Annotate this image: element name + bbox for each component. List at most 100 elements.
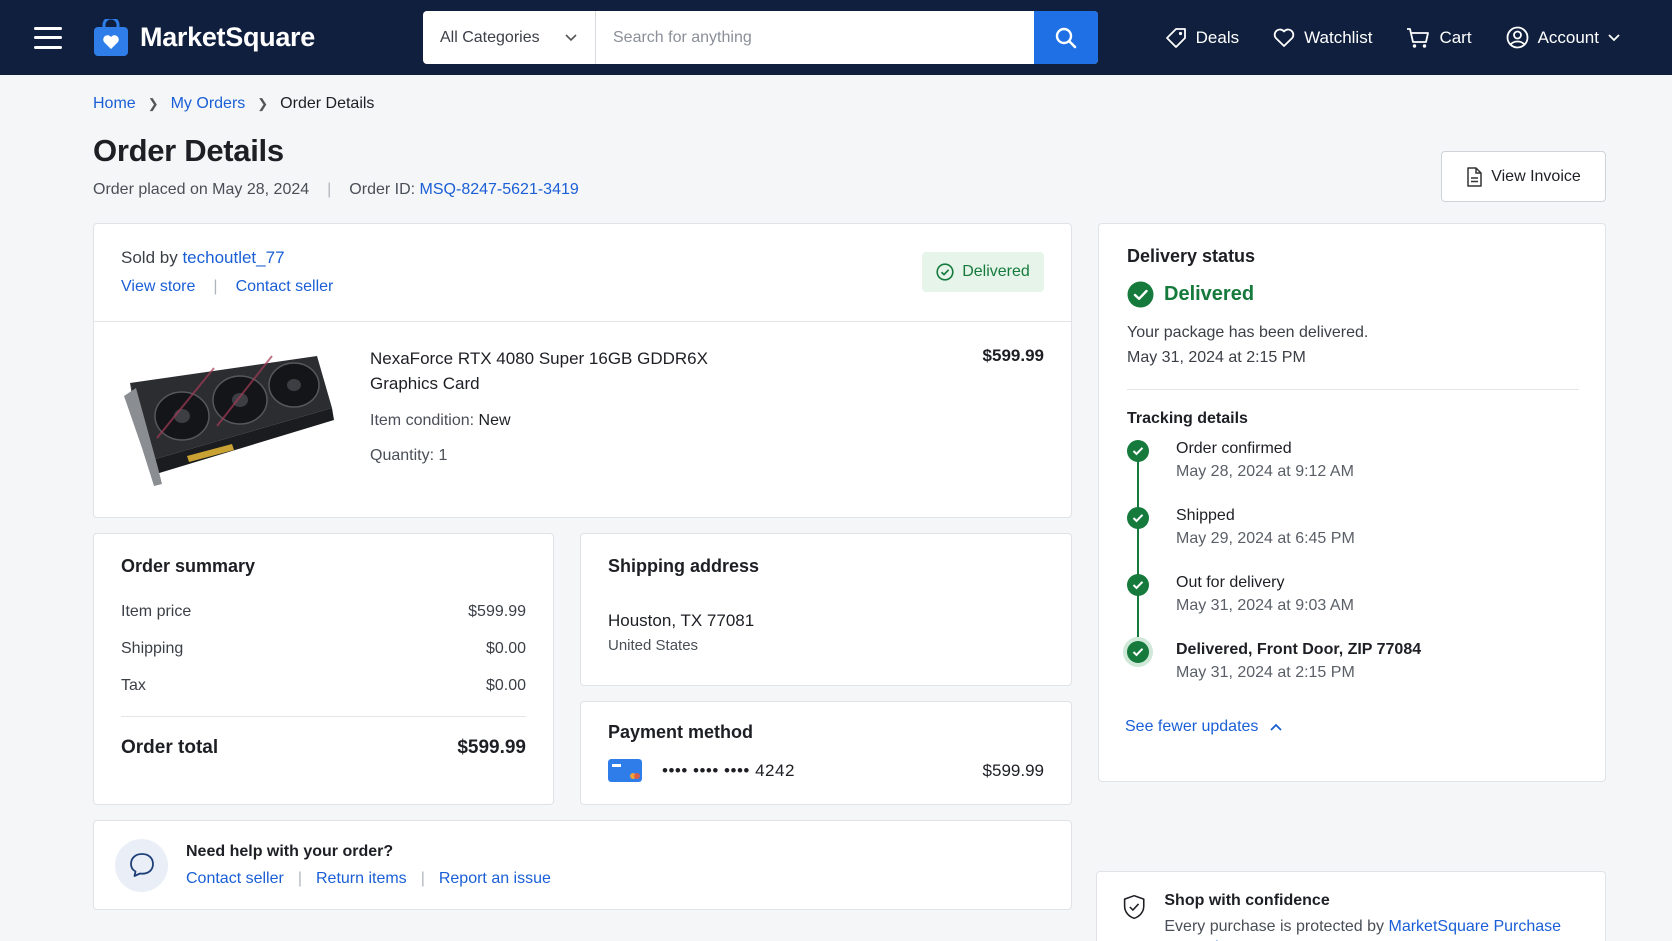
order-id-link[interactable]: MSQ-8247-5621-3419 [420,181,579,198]
chevron-up-icon [1270,723,1283,731]
order-meta: Order placed on May 28, 2024 | Order ID:… [93,181,579,199]
see-fewer-updates-link[interactable]: See fewer updates [1125,718,1577,736]
shield-check-icon [1123,894,1145,920]
timeline-event: Order confirmed May 28, 2024 at 9:12 AM [1127,440,1577,507]
summary-value: $0.00 [485,677,526,694]
timeline-event-time: May 28, 2024 at 9:12 AM [1176,463,1354,480]
nav-watchlist[interactable]: Watchlist [1273,28,1372,48]
address-line-1: Houston, TX 77081 [608,611,755,630]
order-total-label: Order total [121,737,219,758]
graphics-card-image[interactable] [122,348,337,488]
order-total-row: Order total $599.99 [121,737,526,759]
timeline-event-name: Out for delivery [1176,574,1285,591]
divider: | [420,869,425,887]
item-quantity: Quantity: 1 [370,447,448,464]
divider: | [327,181,332,198]
help-contact-seller-link[interactable]: Contact seller [186,870,284,888]
search-icon [1055,27,1077,48]
view-store-link[interactable]: View store [121,278,195,296]
sold-by-label: Sold by [121,248,178,267]
payment-method-card: Payment method •••• •••• •••• 4242 $599.… [580,701,1072,805]
seller-info: Sold by techoutlet_77 View store | Conta… [94,224,1071,322]
document-icon [1467,166,1482,187]
breadcrumb-home[interactable]: Home [93,95,136,113]
delivery-time: May 31, 2024 at 2:15 PM [1127,349,1306,366]
confidence-desc-prefix: Every purchase is protected by [1164,918,1385,935]
payment-method-title: Payment method [608,722,754,742]
summary-value: $599.99 [468,603,526,620]
tracking-title: Tracking details [1127,410,1248,427]
breadcrumb: Home ❯ My Orders ❯ Order Details [93,95,374,113]
timeline-event-name: Delivered, Front Door, ZIP 77084 [1176,641,1422,658]
nav-deals-label: Deals [1195,27,1240,47]
help-links: Contact seller | Return items | Report a… [186,870,551,888]
page-title: Order Details [93,133,284,168]
order-id-group: Order ID: MSQ-8247-5621-3419 [349,181,578,199]
breadcrumb-current: Order Details [280,95,375,112]
order-summary-card: Order summary Item price $599.99 Shippin… [93,533,554,805]
shipping-address-card: Shipping address Houston, TX 77081 Unite… [580,533,1072,686]
brand-logo[interactable]: MarketSquare [92,18,315,57]
search-input[interactable] [596,11,1034,64]
nav-deals[interactable]: Deals [1165,27,1239,49]
contact-seller-link[interactable]: Contact seller [236,278,334,296]
nav-account[interactable]: Account [1506,26,1620,49]
order-placed-date: Order placed on May 28, 2024 [93,181,310,198]
tag-icon [1165,27,1186,48]
sold-by-line: Sold by techoutlet_77 [121,248,1044,268]
timeline-event-name: Shipped [1176,507,1235,524]
see-fewer-updates-label: See fewer updates [1125,718,1259,735]
seller-name-link[interactable]: techoutlet_77 [182,248,284,267]
divider: | [297,869,302,887]
summary-row-item-price: Item price $599.99 [121,603,526,621]
confidence-description: Every purchase is protected by MarketSqu… [1164,916,1580,941]
help-card: Need help with your order? Contact selle… [93,820,1072,910]
breadcrumb-my-orders[interactable]: My Orders [171,95,246,113]
order-summary-title: Order summary [121,556,256,576]
return-items-link[interactable]: Return items [316,870,407,888]
check-circle-filled-icon [1127,281,1154,308]
nav-cart[interactable]: Cart [1406,27,1472,49]
nav-account-label: Account [1537,27,1599,47]
summary-row-shipping: Shipping $0.00 [121,640,526,658]
chevron-down-icon [565,33,577,41]
summary-value: $0.00 [485,640,526,657]
top-navigation-bar: MarketSquare All Categories Deals Watchl… [0,0,1672,75]
confidence-title: Shop with confidence [1164,892,1330,909]
brand-name: MarketSquare [140,22,315,52]
seller-links: View store | Contact seller [121,278,1044,296]
help-title: Need help with your order? [186,842,394,860]
search-bar: All Categories [423,11,1098,64]
nav-cart-label: Cart [1439,27,1472,47]
summary-label: Item price [121,603,192,620]
category-select[interactable]: All Categories [423,11,596,64]
tracking-timeline: Order confirmed May 28, 2024 at 9:12 AM … [1127,440,1577,708]
address-country: United States [608,637,699,654]
check-icon [1127,440,1149,462]
chevron-right-icon: ❯ [257,96,269,111]
check-icon [1127,641,1149,663]
order-total-value: $599.99 [457,737,526,758]
order-id-label: Order ID: [349,181,416,198]
credit-card-icon [608,759,642,782]
menu-icon[interactable] [34,26,62,49]
category-select-value: All Categories [440,28,540,46]
header-nav: Deals Watchlist Cart Account [1165,0,1620,75]
report-issue-link[interactable]: Report an issue [439,870,551,888]
item-condition-label: Item condition: [370,412,475,429]
order-item-card: Sold by techoutlet_77 View store | Conta… [93,223,1072,518]
search-button[interactable] [1034,11,1098,64]
product-name[interactable]: NexaForce RTX 4080 Super 16GB GDDR6X Gra… [370,346,750,396]
timeline-event-time: May 31, 2024 at 9:03 AM [1176,597,1354,614]
view-invoice-button[interactable]: View Invoice [1441,151,1606,202]
page-content: Home ❯ My Orders ❯ Order Details Order D… [0,75,1672,941]
delivery-status-label: Delivered [1164,283,1255,305]
delivery-message-block: Your package has been delivered. May 31,… [1127,320,1577,370]
divider: | [213,278,218,295]
chevron-right-icon: ❯ [147,96,159,111]
item-price: $599.99 [982,346,1044,365]
payment-amount: $599.99 [982,760,1044,780]
timeline-event-time: May 29, 2024 at 6:45 PM [1176,530,1355,547]
status-badge: Delivered [922,252,1044,292]
check-circle-icon [936,263,954,281]
